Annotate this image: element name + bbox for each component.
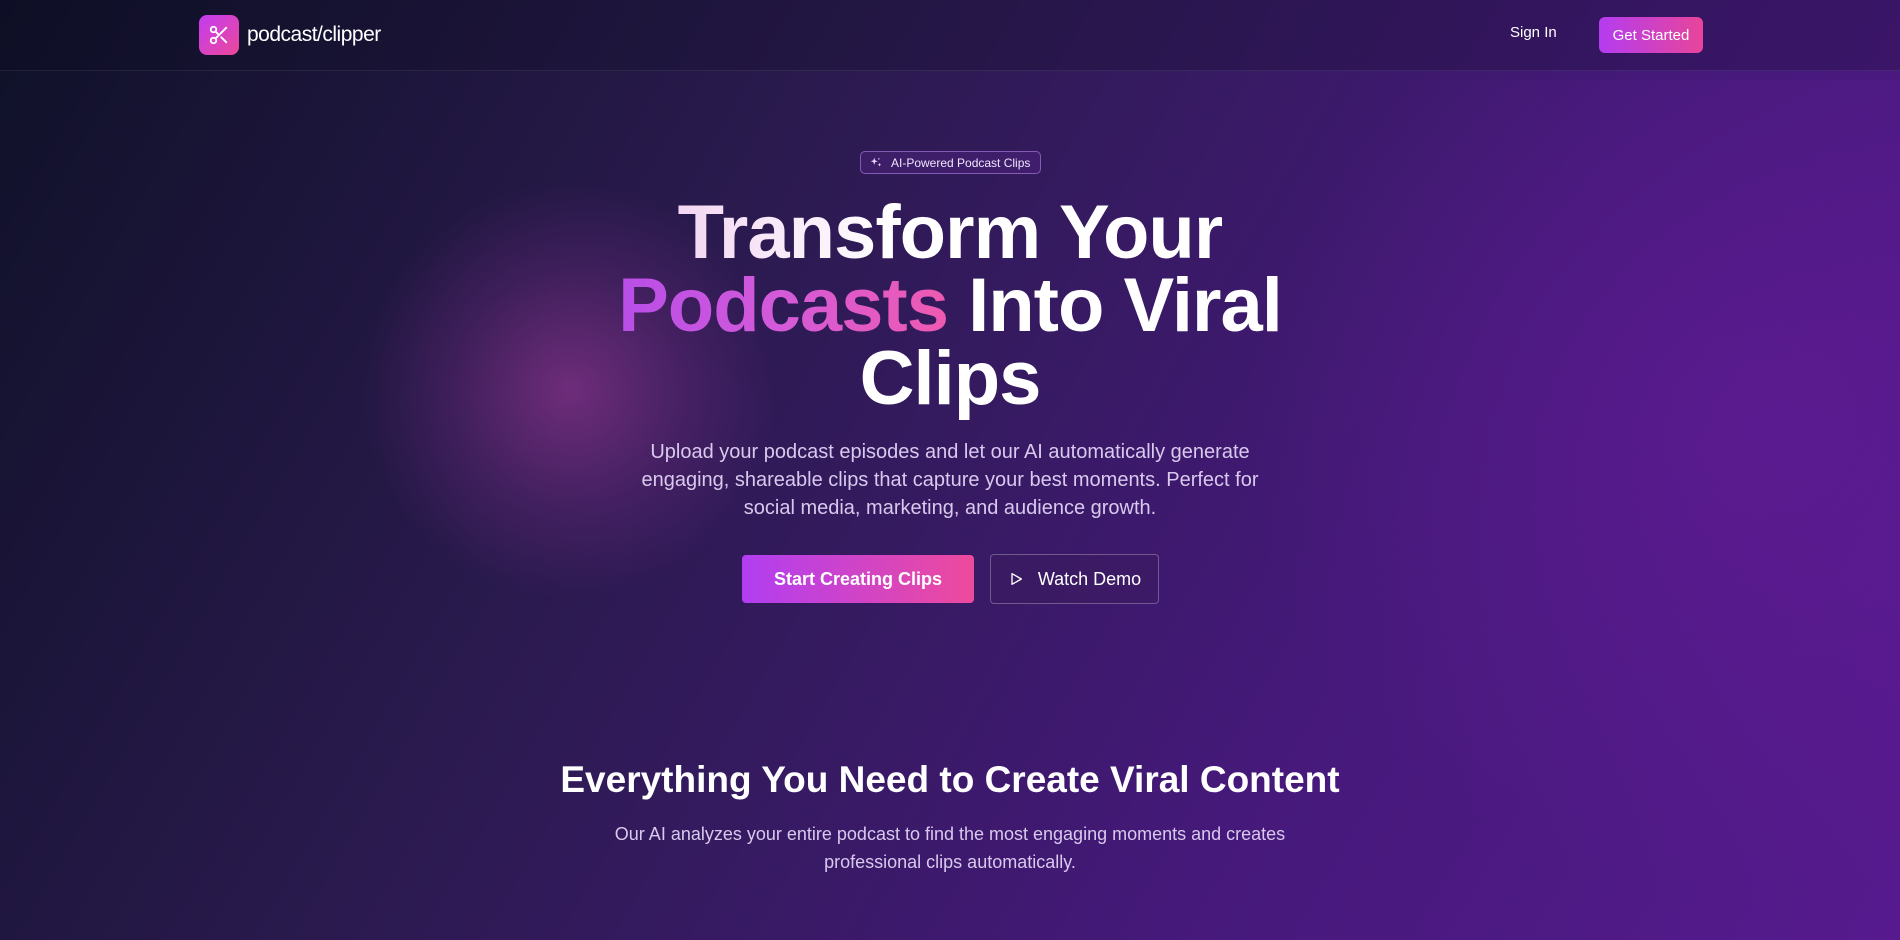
get-started-button[interactable]: Get Started <box>1599 17 1703 53</box>
brand-logo[interactable]: podcast/clipper <box>199 15 381 55</box>
sign-in-link[interactable]: Sign In <box>1510 24 1557 41</box>
watch-demo-label: Watch Demo <box>1037 568 1142 589</box>
start-creating-clips-button[interactable]: Start Creating Clips <box>742 555 974 603</box>
features-subtitle: Our AI analyzes your entire podcast to f… <box>614 824 1286 872</box>
features-title: Everything You Need to Create Viral Cont… <box>560 759 1340 800</box>
scissors-icon <box>199 15 239 55</box>
sparkles-icon <box>869 156 883 170</box>
play-icon <box>1008 571 1024 587</box>
watch-demo-button[interactable]: Watch Demo <box>990 554 1159 604</box>
top-navbar: podcast/clipper Sign In Get Started <box>0 0 1900 71</box>
hero-headline: Transform Your Podcasts Into Viral Clips <box>0 195 1900 417</box>
ai-badge: AI-Powered Podcast Clips <box>860 151 1041 174</box>
hero-description: Upload your podcast episodes and let our… <box>641 441 1259 519</box>
headline-line-3: Clips <box>859 336 1042 421</box>
brand-name: podcast/clipper <box>247 23 381 46</box>
badge-label: AI-Powered Podcast Clips <box>891 155 1031 170</box>
